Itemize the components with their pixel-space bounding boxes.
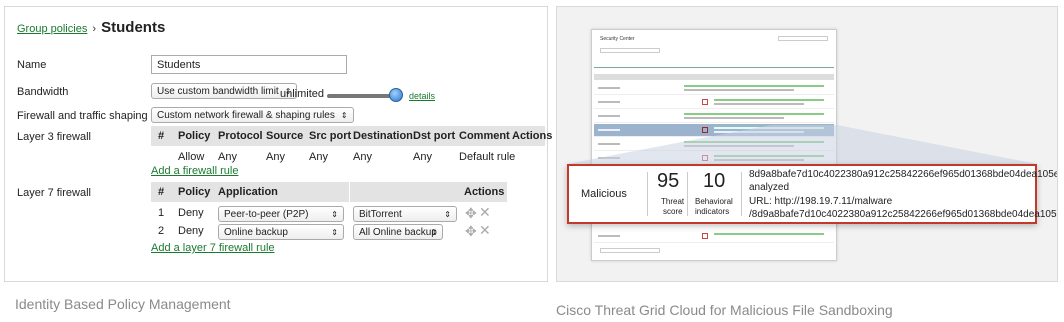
bandwidth-select[interactable]: Use custom bandwidth limit ⇕: [151, 83, 298, 99]
behavioral-indicators-value: 10: [703, 170, 726, 192]
l7-col-policy: Policy: [178, 186, 211, 198]
l3-col-dst-port: Dst port: [413, 130, 456, 142]
l7-row-number: 1: [158, 207, 165, 219]
divider: [647, 172, 648, 216]
firewall-shaping-select-value: Custom network firewall & shaping rules: [157, 110, 335, 121]
caption-threat-grid: Cisco Threat Grid Cloud for Malicious Fi…: [556, 302, 893, 318]
analysis-status: analyzed: [749, 182, 790, 193]
threat-grid-panel: Security Center Malicious 95 Threat scor…: [556, 6, 1058, 282]
l3-col-actions: Actions: [512, 130, 553, 142]
l7-row-number: 2: [158, 225, 165, 237]
l7-application-select[interactable]: All Online backup ⇕: [353, 224, 443, 240]
l3-col-source: Source: [266, 130, 304, 142]
l7-row-policy: Deny: [178, 225, 204, 237]
l7-category-value: Online backup: [224, 227, 288, 238]
sample-url: URL: http://198.19.7.11/malware: [749, 196, 893, 207]
threat-score-label-1: Threat: [661, 197, 685, 206]
l7-application-value: BitTorrent: [359, 209, 402, 220]
delete-icon[interactable]: ✕: [479, 204, 491, 221]
l7-application-select[interactable]: BitTorrent ⇕: [353, 206, 457, 222]
add-layer7-rule-link[interactable]: Add a layer 7 firewall rule: [151, 242, 275, 254]
bandwidth-value: unlimited: [280, 88, 325, 100]
l7-category-select[interactable]: Peer-to-peer (P2P) ⇕: [218, 206, 344, 222]
bandwidth-label: Bandwidth: [17, 86, 69, 98]
page-title: Students: [101, 19, 166, 36]
delete-icon[interactable]: ✕: [479, 222, 491, 239]
move-handle-icon[interactable]: ✥: [465, 205, 477, 222]
table-row: 1 Deny Peer-to-peer (P2P) ⇕ BitTorrent ⇕ ✥…: [151, 204, 507, 223]
add-firewall-rule-link[interactable]: Add a firewall rule: [151, 165, 238, 177]
l3-col-comment: Comment: [459, 130, 510, 142]
name-label: Name: [17, 59, 47, 71]
l7-category-value: Peer-to-peer (P2P): [224, 209, 309, 220]
breadcrumb-group-policies-link[interactable]: Group policies: [17, 23, 87, 35]
sample-path: /8d9a8bafe7d10c4022380a912c25842266ef965…: [749, 209, 1057, 220]
l7-col-application: Application: [218, 186, 278, 198]
zoom-highlight-shape: [567, 125, 1037, 164]
bandwidth-slider-handle[interactable]: [389, 88, 403, 102]
layer7-table-header: # Policy Application Actions: [151, 182, 507, 202]
disposition-label: Malicious: [581, 188, 627, 200]
behavioral-indicators-label-1: Behavioral: [695, 197, 733, 206]
caption-identity-policy: Identity Based Policy Management: [15, 296, 231, 312]
l3-col-policy: Policy: [178, 130, 211, 142]
l3-col-number: #: [158, 130, 165, 142]
layer3-table-header: # Policy Protocol Source Src port Destin…: [151, 126, 552, 146]
l7-application-value: All Online backup: [359, 227, 437, 238]
l3-cell-dst-port: Any: [413, 151, 432, 163]
move-handle-icon[interactable]: ✥: [465, 223, 477, 240]
table-row: 2 Deny Online backup ⇕ All Online backup ⇕…: [151, 222, 507, 241]
layer7-firewall-label: Layer 7 firewall: [17, 187, 91, 199]
layer3-firewall-label: Layer 3 firewall: [17, 131, 91, 143]
threat-score-value: 95: [657, 170, 680, 192]
l3-cell-comment: Default rule: [459, 151, 516, 163]
select-arrows-icon: ⇕: [331, 228, 338, 237]
l3-cell-src-port: Any: [309, 151, 328, 163]
column-divider: [349, 182, 350, 202]
group-policy-panel: Group policies › Students Name Students …: [4, 6, 552, 282]
breadcrumb: Group policies › Students: [17, 19, 165, 36]
l3-cell-protocol: Any: [218, 151, 237, 163]
behavioral-indicators-label-2: indicators: [695, 207, 730, 216]
sample-hash[interactable]: 8d9a8bafe7d10c4022380a912c25842266ef965d…: [749, 169, 1057, 180]
l3-cell-source: Any: [266, 151, 285, 163]
l3-cell-destination: Any: [353, 151, 372, 163]
details-link[interactable]: details: [409, 91, 435, 101]
l7-category-select[interactable]: Online backup ⇕: [218, 224, 344, 240]
l3-cell-policy: Allow: [178, 151, 205, 163]
l3-col-destination: Destination: [353, 130, 413, 142]
select-arrows-icon: ⇕: [331, 210, 338, 219]
select-arrows-icon: ⇕: [430, 228, 437, 237]
select-arrows-icon: ⇕: [340, 111, 348, 120]
threat-detail-callout: Malicious 95 Threat score 10 Behavioral …: [567, 164, 1057, 224]
l7-col-actions: Actions: [464, 186, 505, 198]
l7-row-policy: Deny: [178, 207, 204, 219]
bandwidth-select-value: Use custom bandwidth limit: [157, 86, 279, 97]
divider: [687, 172, 688, 216]
l3-col-protocol: Protocol: [218, 130, 263, 142]
firewall-shaping-label-text: Firewall and traffic shaping: [17, 110, 148, 122]
select-arrows-icon: ⇕: [444, 210, 451, 219]
threat-score-label-2: score: [663, 207, 683, 216]
divider: [741, 172, 742, 216]
l7-col-number: #: [158, 186, 165, 198]
firewall-shaping-select[interactable]: Custom network firewall & shaping rules ⇕: [151, 107, 354, 123]
name-field[interactable]: Students: [151, 55, 347, 74]
firewall-shaping-label: Firewall and traffic shapingi: [17, 110, 162, 122]
l3-col-src-port: Src port: [309, 130, 352, 142]
breadcrumb-separator: ›: [92, 23, 97, 35]
